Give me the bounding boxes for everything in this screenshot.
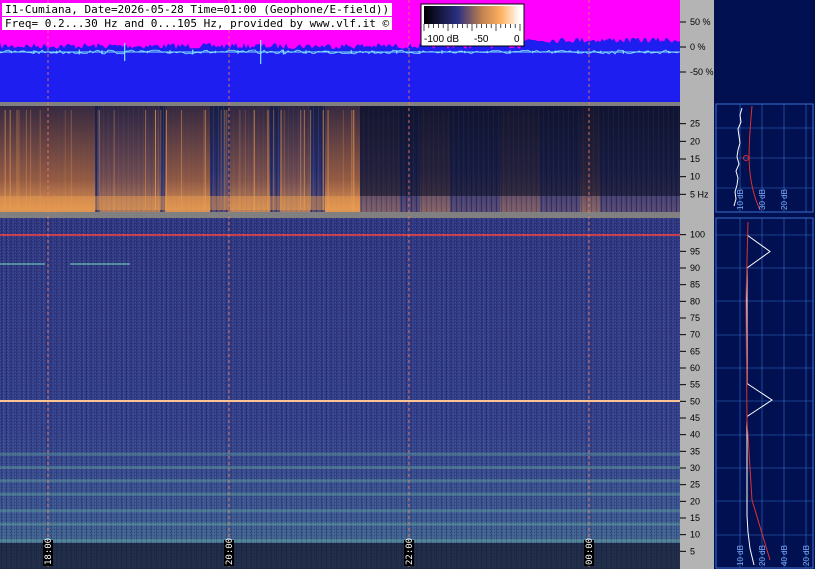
time-label-group: 20:00 bbox=[224, 538, 235, 566]
low-freq-band bbox=[0, 492, 680, 496]
time-label-group: 00:00 bbox=[584, 538, 595, 566]
waveform-tick-label: -50 % bbox=[690, 67, 714, 77]
side-panel-top-blank bbox=[714, 0, 815, 102]
low-freq-bottom-band bbox=[0, 196, 360, 210]
low-freq-band bbox=[0, 479, 680, 483]
time-label: 00:00 bbox=[585, 538, 595, 565]
spectrogram-high-streaks bbox=[0, 218, 680, 569]
high-freq-tick-label: 70 bbox=[690, 330, 700, 340]
low-freq-quiet-region bbox=[360, 106, 680, 196]
header-line-2: Freq= 0.2...30 Hz and 0...105 Hz, provid… bbox=[2, 17, 393, 30]
low-freq-tick-label: 25 bbox=[690, 119, 700, 129]
high-freq-tick-label: 30 bbox=[690, 463, 700, 473]
high-freq-tick-label: 50 bbox=[690, 396, 700, 406]
high-freq-tick-label: 45 bbox=[690, 413, 700, 423]
high-freq-tick-label: 25 bbox=[690, 480, 700, 490]
high-profile-tick-label: 40 dB bbox=[780, 545, 789, 566]
low-freq-band bbox=[0, 522, 680, 526]
header-line-1: I1-Cumiana, Date=2026-05-28 Time=01:00 (… bbox=[2, 3, 393, 16]
high-freq-tick-label: 5 bbox=[690, 546, 695, 556]
high-freq-tick-label: 65 bbox=[690, 346, 700, 356]
low-freq-tick-label: 5 Hz bbox=[690, 189, 709, 199]
high-freq-tick-label: 75 bbox=[690, 313, 700, 323]
low-freq-band bbox=[0, 452, 680, 456]
time-label: 22:00 bbox=[405, 538, 415, 565]
time-label: 20:00 bbox=[225, 538, 235, 565]
time-label-group: 18:00 bbox=[43, 538, 54, 566]
time-label-group: 22:00 bbox=[404, 538, 415, 566]
high-freq-tick-label: 85 bbox=[690, 280, 700, 290]
panel-separator-1 bbox=[0, 102, 680, 106]
low-freq-band bbox=[0, 539, 680, 543]
high-profile-tick-label: 10 dB bbox=[736, 545, 745, 566]
high-freq-tick-label: 80 bbox=[690, 296, 700, 306]
low-profile-tick-label: 20 dB bbox=[780, 189, 789, 210]
low-freq-band bbox=[0, 466, 680, 469]
high-freq-tick-label: 10 bbox=[690, 530, 700, 540]
high-freq-tick-label: 90 bbox=[690, 263, 700, 273]
high-freq-tick-label: 35 bbox=[690, 446, 700, 456]
spectrogram-figure: 18:00 20:00 22:00 00:00 50 % 0 % -50 % 5 Hz 10… bbox=[0, 0, 815, 569]
spectrogram-bottom-dark bbox=[0, 543, 680, 569]
waveform-tick-label: 50 % bbox=[690, 17, 711, 27]
high-profile-tick-label: 20 dB bbox=[802, 545, 811, 566]
colorbar-gradient bbox=[424, 6, 520, 24]
panel-separator-2 bbox=[0, 212, 680, 218]
high-freq-tick-label: 100 bbox=[690, 230, 705, 240]
high-freq-tick-label: 55 bbox=[690, 380, 700, 390]
time-label: 18:00 bbox=[44, 538, 54, 565]
high-freq-tick-label: 15 bbox=[690, 513, 700, 523]
colorbar-label-min: -100 dB bbox=[424, 34, 459, 45]
colorbar-label-mid: -50 bbox=[474, 34, 489, 45]
high-freq-tick-label: 40 bbox=[690, 430, 700, 440]
waveform-tick-label: 0 % bbox=[690, 42, 706, 52]
low-freq-band bbox=[0, 509, 680, 513]
low-profile-tick-label: 10 dB bbox=[736, 189, 745, 210]
low-freq-tick-label: 15 bbox=[690, 154, 700, 164]
high-profile-tick-label: 20 dB bbox=[758, 545, 767, 566]
high-freq-tick-label: 95 bbox=[690, 246, 700, 256]
figure-svg: 18:00 20:00 22:00 00:00 50 % 0 % -50 % 5 Hz 10… bbox=[0, 0, 815, 569]
low-profile-tick-label: 30 dB bbox=[758, 189, 767, 210]
high-freq-tick-label: 20 bbox=[690, 496, 700, 506]
colorbar-label-max: 0 bbox=[514, 34, 520, 45]
low-freq-tick-label: 20 bbox=[690, 136, 700, 146]
low-freq-tick-label: 10 bbox=[690, 172, 700, 182]
high-freq-tick-label: 60 bbox=[690, 363, 700, 373]
